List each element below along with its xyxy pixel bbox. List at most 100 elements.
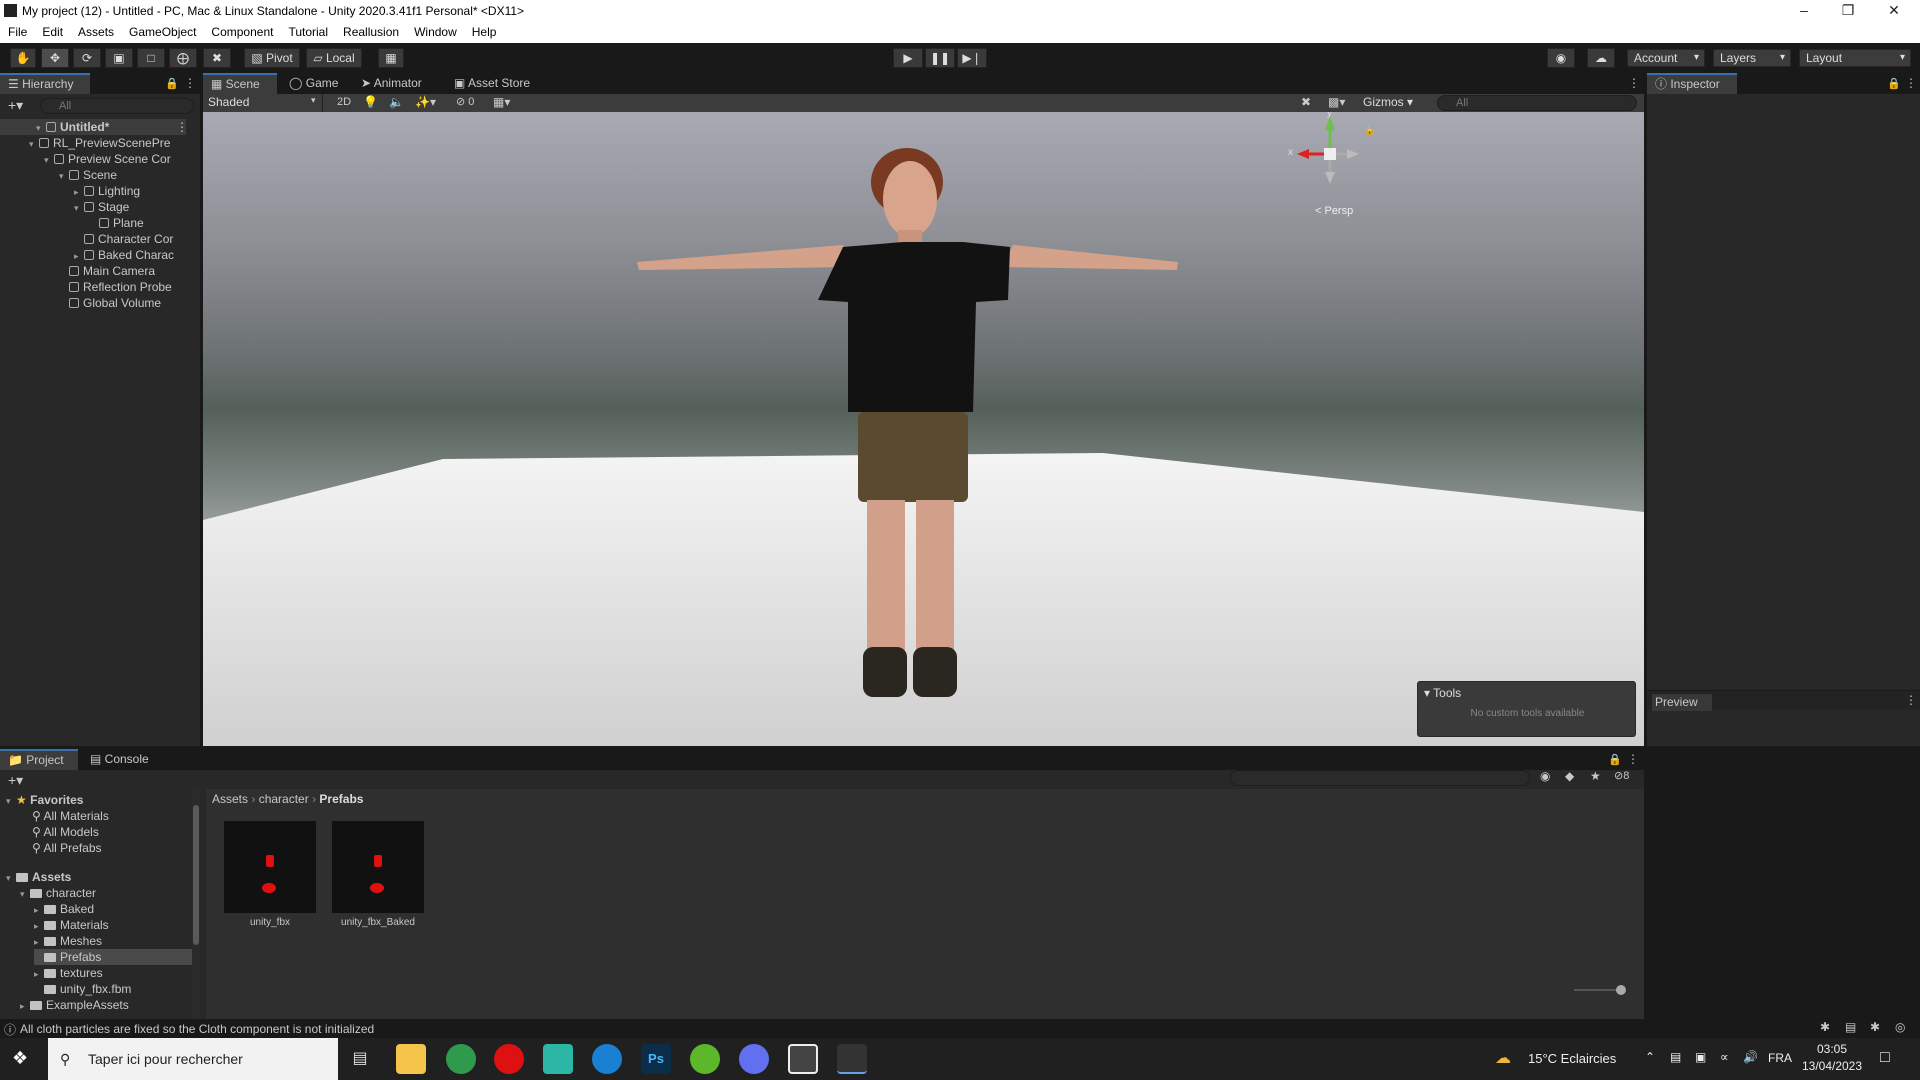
taskbar-search-input[interactable]: ⚲ Taper ici pour rechercher <box>48 1038 338 1080</box>
expand-right-icon[interactable]: ▸ <box>74 248 84 264</box>
project-create-button[interactable]: +▾ <box>8 772 23 789</box>
camera-settings-icon[interactable]: ▩▾ <box>1328 95 1345 109</box>
expand-down-icon[interactable]: ▾ <box>36 120 46 136</box>
menu-assets[interactable]: Assets <box>70 22 121 39</box>
maya-icon[interactable] <box>543 1044 573 1074</box>
task-view-icon[interactable]: ▤ <box>345 1044 375 1074</box>
tray-chevron-up-icon[interactable]: ⌃ <box>1645 1050 1655 1064</box>
project-search-input[interactable] <box>1230 770 1530 786</box>
favorites-header[interactable]: ▾ ★ Favorites <box>6 792 83 808</box>
hierarchy-item[interactable]: Reflection Probe <box>59 279 172 295</box>
expand-right-icon[interactable]: ▸ <box>34 918 44 934</box>
favorite-star-icon[interactable]: ★ <box>1590 769 1601 783</box>
hierarchy-item[interactable]: ▸ Lighting <box>74 183 140 199</box>
create-plus-button[interactable]: +▾ <box>8 97 23 114</box>
project-folder-item[interactable]: ▸ ExampleAssets <box>20 997 129 1013</box>
grid-toggle-icon[interactable]: ▦▾ <box>493 95 510 109</box>
project-kebab-icon[interactable]: ⋮ <box>1627 752 1639 766</box>
pause-button[interactable]: ❚❚ <box>925 48 955 68</box>
assets-header[interactable]: ▾ Assets <box>6 869 71 885</box>
opera-icon[interactable] <box>494 1044 524 1074</box>
iclone-icon[interactable] <box>690 1044 720 1074</box>
favorite-all-prefabs[interactable]: ⚲ All Prefabs <box>32 840 102 856</box>
account-dropdown[interactable]: Account <box>1627 49 1705 67</box>
weather-text[interactable]: 15°C Eclaircies <box>1528 1051 1616 1066</box>
expand-down-icon[interactable]: ▾ <box>29 136 39 152</box>
breadcrumb-assets[interactable]: Assets <box>212 792 248 806</box>
project-folder-item[interactable]: ▾ character <box>20 885 96 901</box>
custom-tool-icon[interactable]: ✖ <box>203 48 231 68</box>
expand-right-icon[interactable]: ▸ <box>34 934 44 950</box>
thumbnail-size-slider[interactable] <box>1574 985 1626 995</box>
project-folder-item[interactable]: unity_fbx.fbm <box>34 981 131 997</box>
tab-asset-store[interactable]: ▣ Asset Store <box>446 73 546 94</box>
chrome-icon[interactable] <box>446 1044 476 1074</box>
transform-tool-icon[interactable]: ⨁ <box>169 48 197 68</box>
expand-right-icon[interactable]: ▸ <box>20 998 30 1014</box>
project-folder-item[interactable]: ▸ Baked <box>34 901 94 917</box>
tray-monitor-icon[interactable]: ▣ <box>1695 1050 1706 1064</box>
discord-icon[interactable] <box>739 1044 769 1074</box>
cache-icon[interactable]: ▤ <box>1845 1020 1856 1034</box>
tools-toggle-icon[interactable]: ✖ <box>1301 95 1311 109</box>
gizmo-lock-icon[interactable]: 🔒 <box>1364 125 1375 136</box>
inspector-lock-icon[interactable]: 🔒 <box>1887 77 1901 90</box>
tools-overlay-title[interactable]: ▾ Tools <box>1424 686 1461 700</box>
expand-right-icon[interactable]: ▸ <box>74 184 84 200</box>
lock-icon[interactable]: 🔒 <box>165 77 179 90</box>
shading-mode-dropdown[interactable]: Shaded <box>205 94 323 112</box>
asset-tile[interactable]: unity_fbx <box>224 821 316 931</box>
menu-component[interactable]: Component <box>203 22 280 39</box>
rotate-tool-icon[interactable]: ⟳ <box>73 48 101 68</box>
status-message[interactable]: All cloth particles are fixed so the Clo… <box>20 1022 374 1036</box>
lighting-toggle-icon[interactable]: 💡 <box>363 95 378 109</box>
photoshop-icon[interactable]: Ps <box>641 1044 671 1074</box>
menu-help[interactable]: Help <box>464 22 504 39</box>
expand-down-icon[interactable]: ▾ <box>20 886 30 902</box>
expand-down-icon[interactable]: ▾ <box>44 152 54 168</box>
breadcrumb-prefabs[interactable]: Prefabs <box>319 792 363 806</box>
tray-device-icon[interactable]: ▤ <box>1670 1050 1681 1064</box>
unity-hub-icon[interactable] <box>788 1044 818 1074</box>
tab-console[interactable]: ▤ Console <box>82 749 162 770</box>
language-indicator[interactable]: FRA <box>1768 1051 1792 1065</box>
clock[interactable]: 03:05 13/04/2023 <box>1800 1042 1864 1073</box>
hierarchy-item[interactable]: ▾ Scene <box>59 167 117 183</box>
project-folder-item[interactable]: ▸ Meshes <box>34 933 102 949</box>
grid-snap-icon[interactable]: ▦ <box>378 48 404 68</box>
local-toggle[interactable]: ▱ Local <box>306 48 362 68</box>
project-lock-icon[interactable]: 🔒 <box>1608 753 1622 766</box>
unity-editor-icon[interactable] <box>837 1044 867 1074</box>
filter-by-type-icon[interactable]: ◉ <box>1540 769 1550 783</box>
hierarchy-item[interactable]: Plane <box>89 215 144 231</box>
restore-button[interactable]: ❐ <box>1826 0 1870 22</box>
hierarchy-item[interactable]: ▾ Preview Scene Cor <box>44 151 171 167</box>
scale-tool-icon[interactable]: ▣ <box>105 48 133 68</box>
progress-icon[interactable]: ◎ <box>1895 1020 1905 1034</box>
layers-dropdown[interactable]: Layers <box>1713 49 1791 67</box>
tab-game[interactable]: ◯ Game <box>281 73 347 94</box>
hierarchy-item[interactable]: ▾ RL_PreviewScenePre <box>29 135 170 151</box>
audio-toggle-icon[interactable]: 🔈 <box>389 95 404 109</box>
effects-toggle-icon[interactable]: ✨▾ <box>415 95 436 109</box>
hidden-objects-toggle[interactable]: ⊘ 0 <box>456 95 474 108</box>
favorite-all-materials[interactable]: ⚲ All Materials <box>32 808 109 824</box>
rect-tool-icon[interactable]: □ <box>137 48 165 68</box>
tab-hierarchy[interactable]: ☰ Hierarchy <box>0 73 90 94</box>
project-folder-item[interactable]: ▸ textures <box>34 965 103 981</box>
hierarchy-item[interactable]: Global Volume <box>59 295 161 311</box>
expand-right-icon[interactable]: ▸ <box>34 902 44 918</box>
hand-tool-icon[interactable]: ✋ <box>10 48 36 68</box>
2d-toggle[interactable]: 2D <box>331 94 357 111</box>
tab-inspector[interactable]: ⓘ Inspector <box>1647 73 1737 94</box>
preview-kebab-icon[interactable]: ⋮ <box>1905 693 1917 707</box>
play-button[interactable]: ▶ <box>893 48 923 68</box>
move-tool-icon[interactable]: ✥ <box>41 48 69 68</box>
hierarchy-item[interactable]: ▸ Baked Charac <box>74 247 174 263</box>
wifi-icon[interactable]: ∝ <box>1720 1050 1729 1064</box>
asset-tile[interactable]: unity_fbx_Baked <box>332 821 424 931</box>
collab-icon[interactable]: ◉ <box>1547 48 1575 68</box>
hierarchy-item[interactable]: Character Cor <box>74 231 173 247</box>
menu-tutorial[interactable]: Tutorial <box>280 22 335 39</box>
project-folder-item[interactable]: ▸ Materials <box>34 917 109 933</box>
